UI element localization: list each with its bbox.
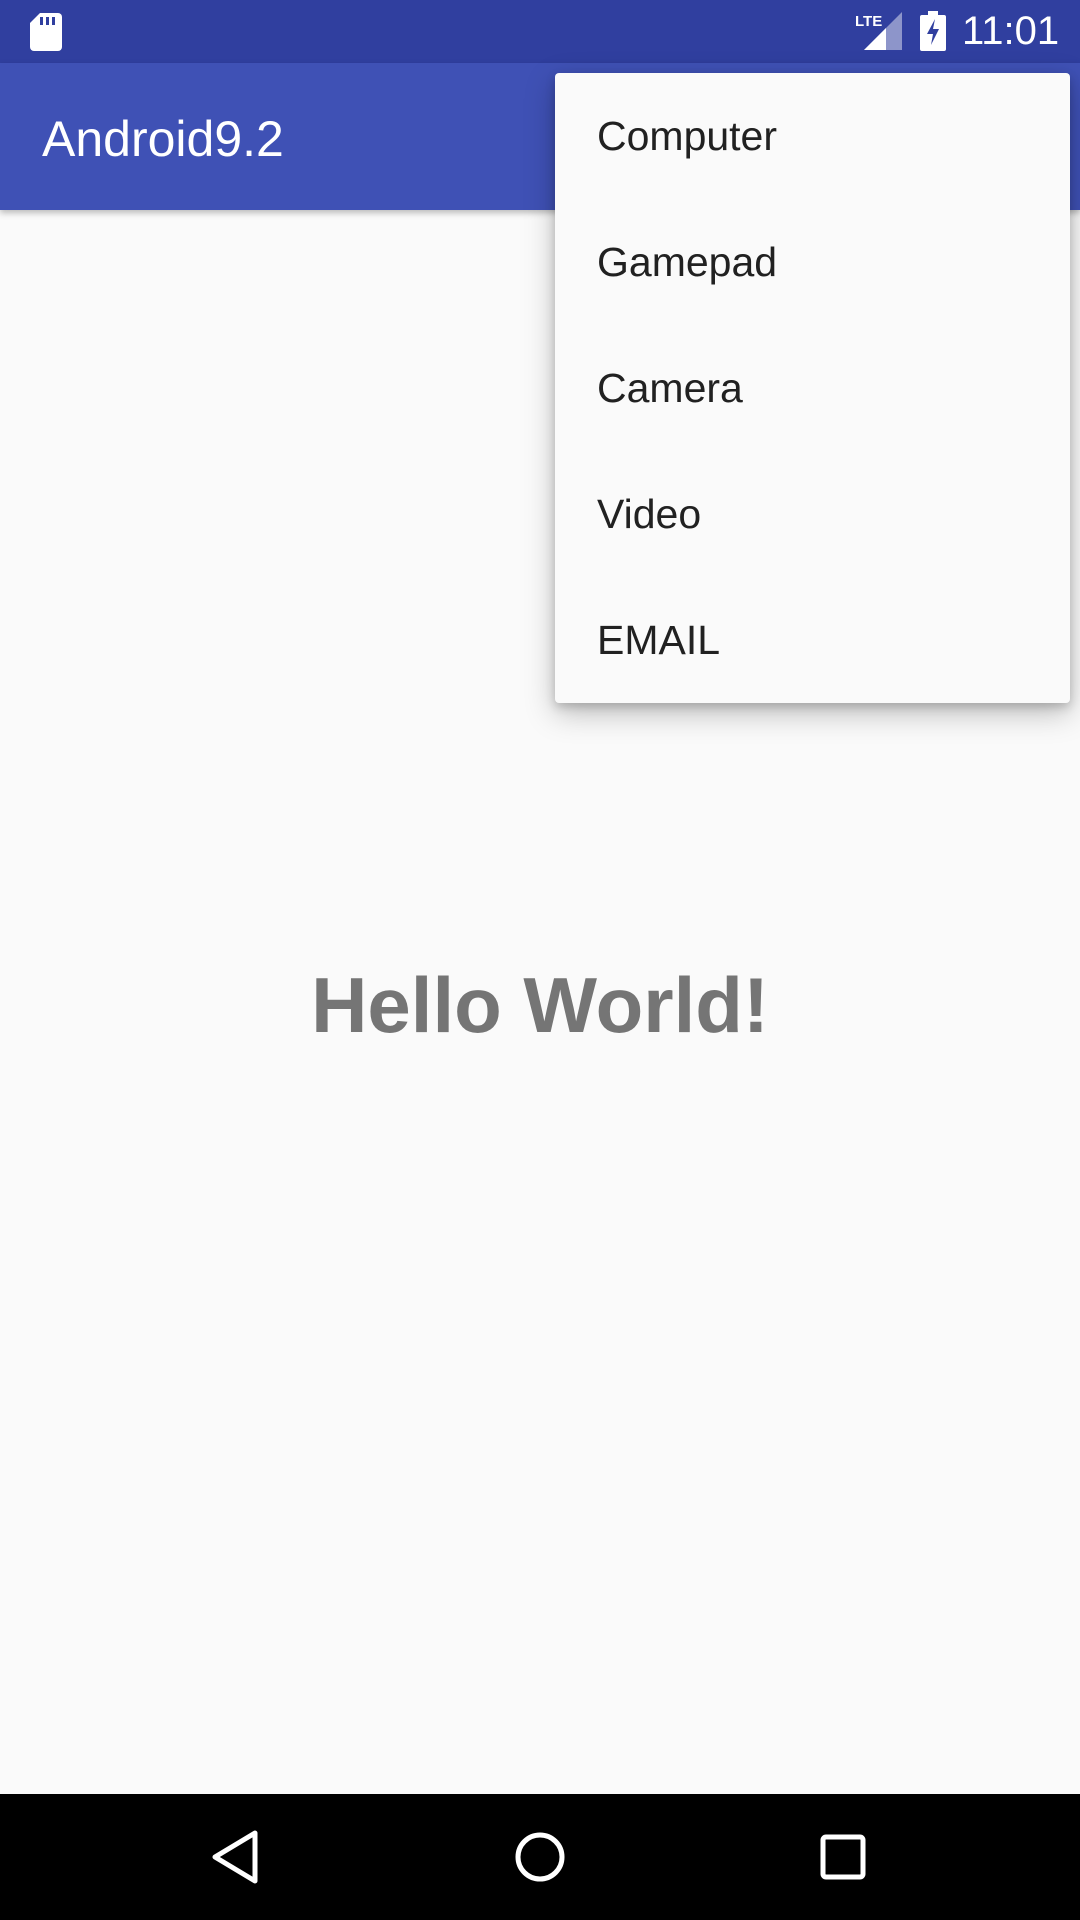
- hello-text: Hello World!: [311, 961, 769, 1049]
- status-bar: LTE 11:01: [0, 0, 1080, 63]
- overflow-menu: Computer Gamepad Camera Video EMAIL: [555, 73, 1070, 703]
- network-type-label: LTE: [855, 13, 882, 30]
- menu-item-camera[interactable]: Camera: [555, 325, 1070, 451]
- sd-card-icon: [30, 13, 62, 51]
- menu-item-computer[interactable]: Computer: [555, 73, 1070, 199]
- menu-item-video[interactable]: Video: [555, 451, 1070, 577]
- menu-item-gamepad[interactable]: Gamepad: [555, 199, 1070, 325]
- home-icon[interactable]: [510, 1827, 570, 1887]
- battery-charging-icon: [920, 11, 946, 51]
- app-title: Android9.2: [42, 111, 284, 167]
- lte-signal-icon: LTE: [855, 12, 902, 50]
- menu-item-email[interactable]: EMAIL: [555, 577, 1070, 703]
- recents-icon[interactable]: [813, 1827, 873, 1887]
- back-icon[interactable]: [205, 1827, 265, 1887]
- status-time: 11:01: [962, 9, 1060, 53]
- navigation-bar: [0, 1794, 1080, 1920]
